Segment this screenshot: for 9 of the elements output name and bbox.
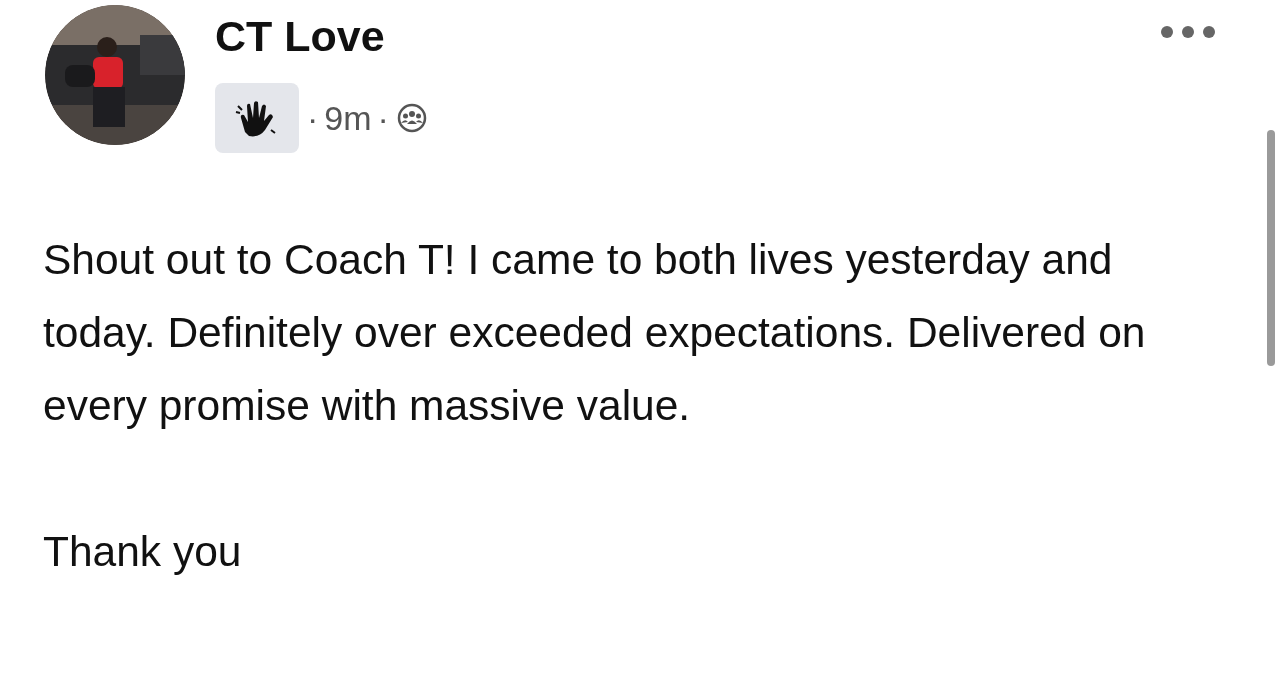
waving-hand-badge[interactable] [215,83,299,153]
post-paragraph: Shout out to Coach T! I came to both lives yesterday and today. Definitely over exceeded expectations. Delivered on every promise with massive value. [43,235,1147,431]
more-options-icon[interactable] [1160,25,1216,39]
group-icon [396,103,427,133]
post-paragraph: Thank you [43,527,243,577]
post-meta-text: · [307,97,319,139]
post-meta-text: 9m [324,97,372,139]
post-meta-text: · [377,97,389,139]
author-name[interactable]: CT Love [215,15,427,58]
